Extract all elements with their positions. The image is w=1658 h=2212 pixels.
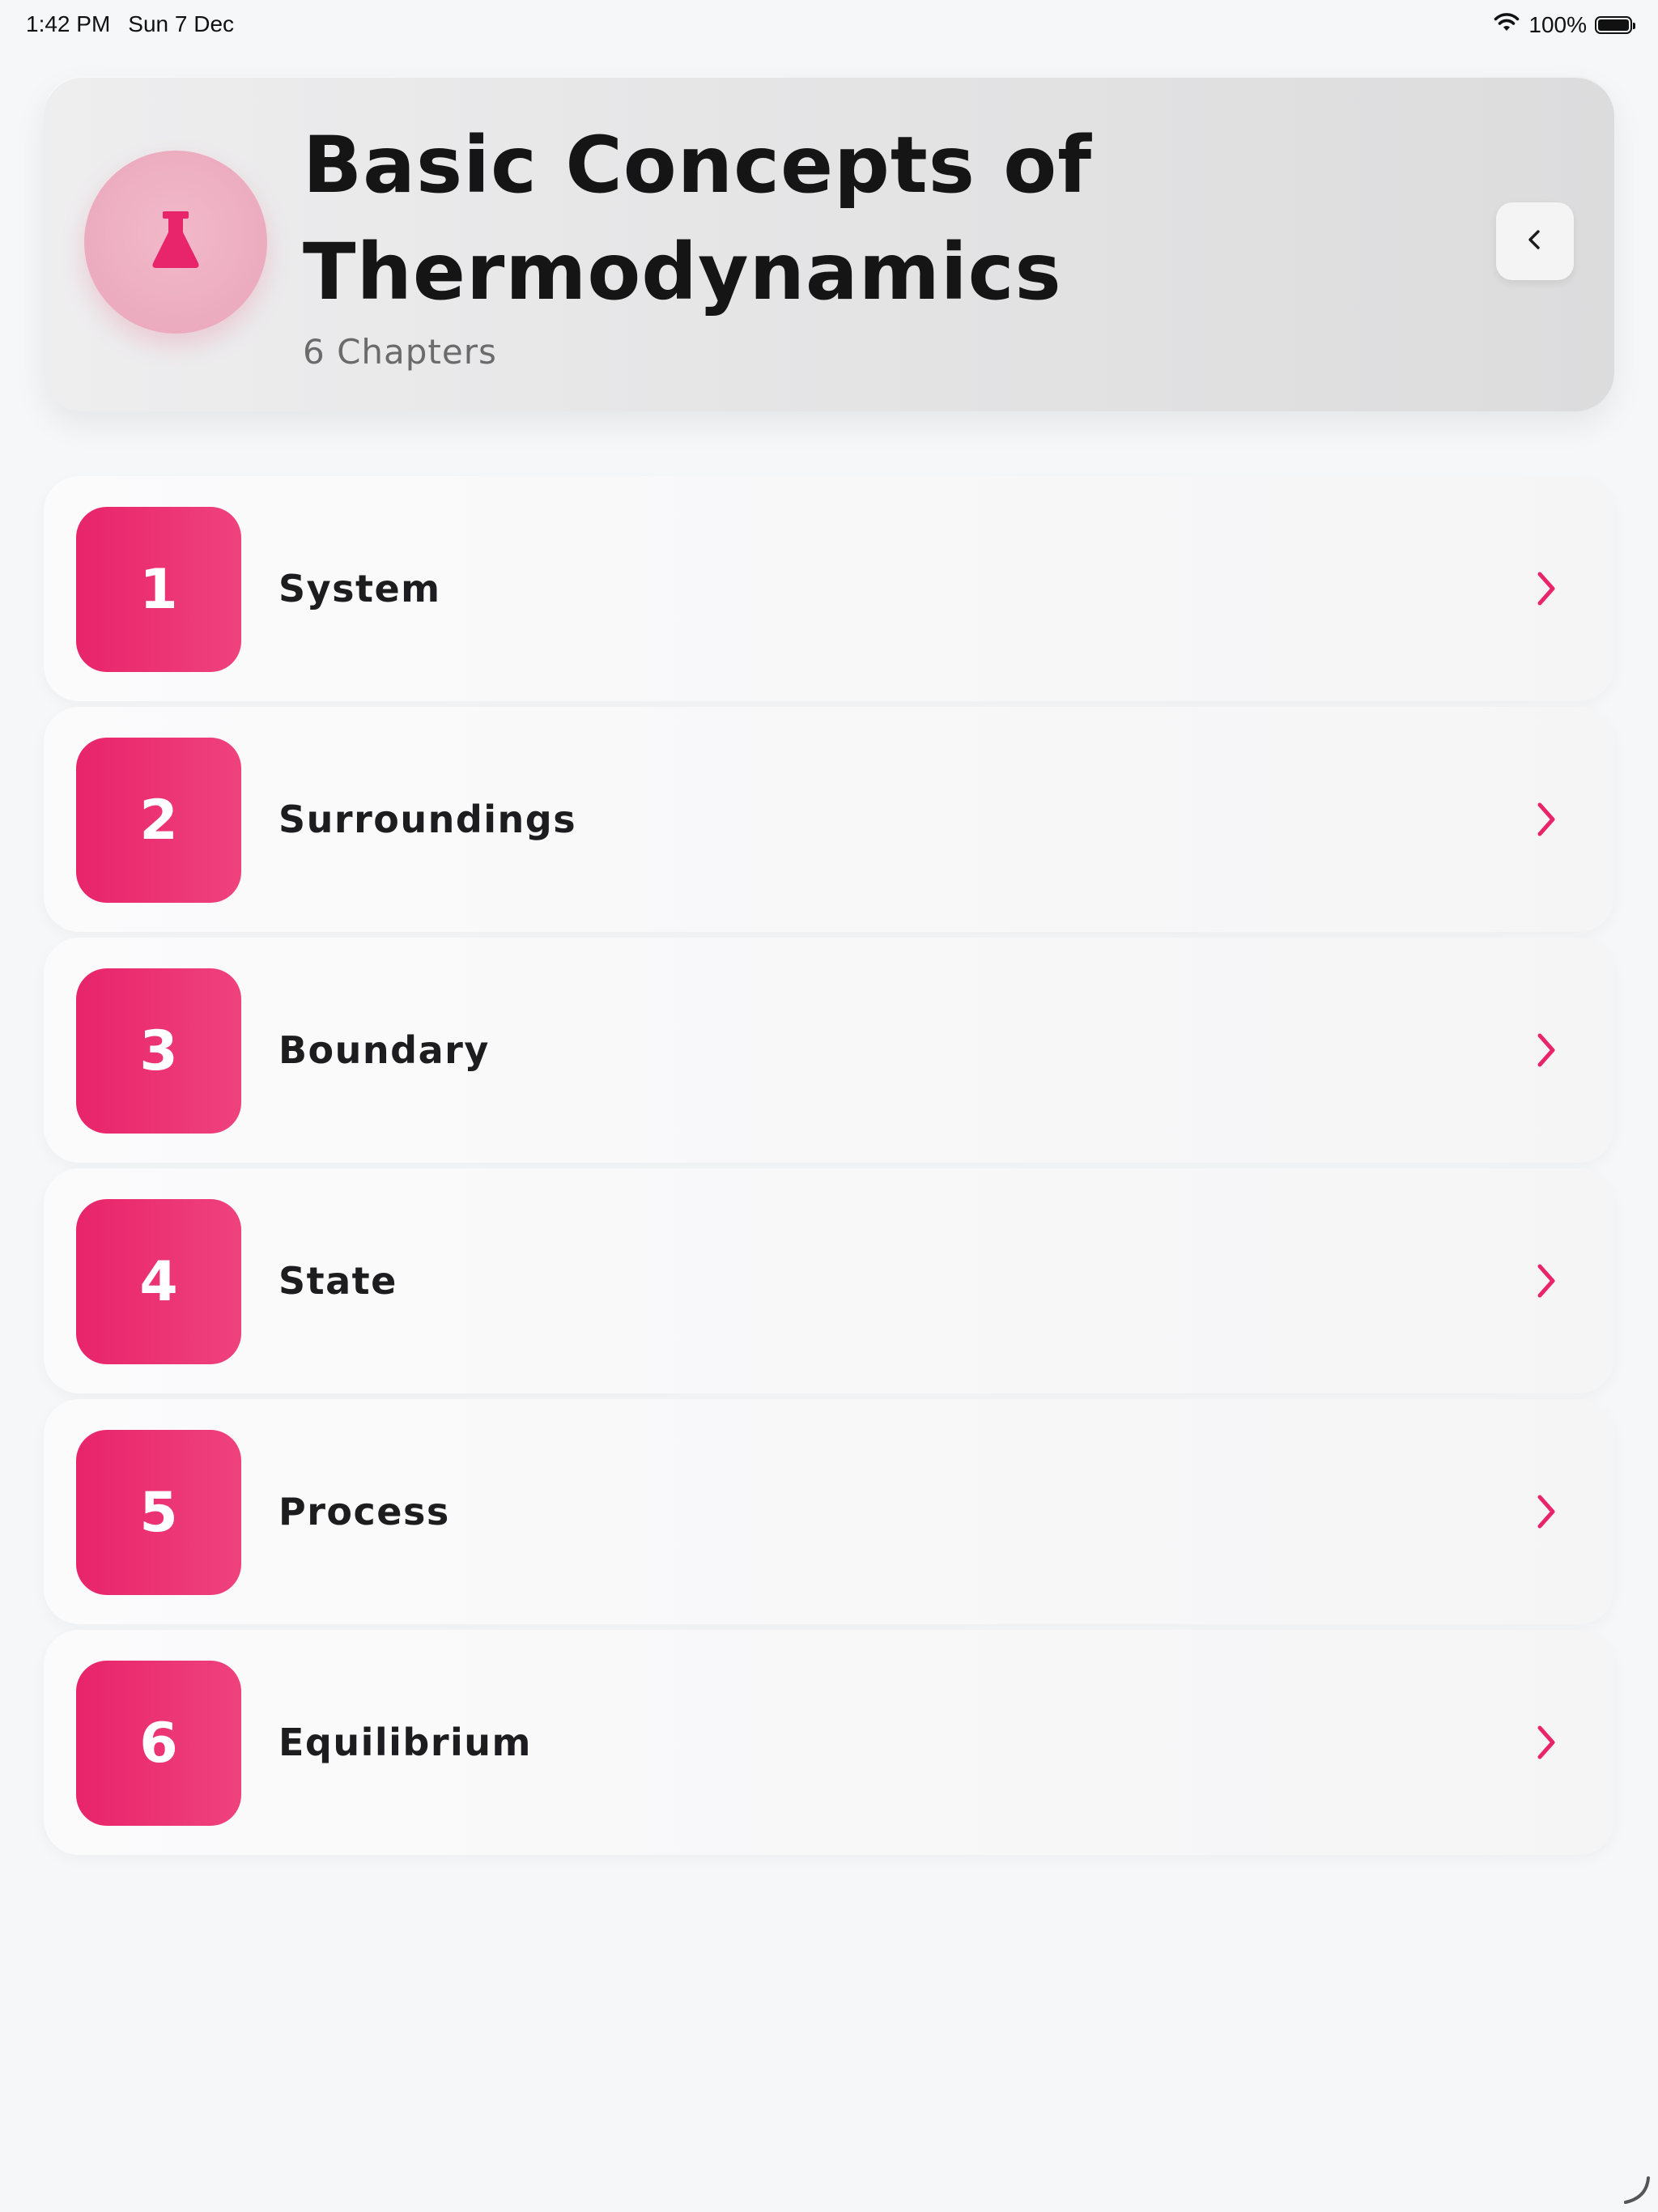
chapter-count: 6 Chapters	[303, 332, 497, 372]
chapter-number-badge: 6	[76, 1661, 241, 1826]
chapter-title: Boundary	[278, 1028, 490, 1072]
chapter-title: Equilibrium	[278, 1721, 532, 1764]
chapter-row-equilibrium[interactable]: 6 Equilibrium	[44, 1630, 1614, 1855]
battery-fill	[1598, 19, 1629, 31]
page-title: Basic Concepts of Thermodynamics	[303, 120, 1092, 317]
chapter-row-process[interactable]: 5 Process	[44, 1399, 1614, 1624]
chevron-right-icon	[1519, 1023, 1574, 1078]
status-left: 1:42 PM Sun 7 Dec	[26, 11, 234, 37]
chapter-title: Process	[278, 1490, 450, 1534]
chapter-title: System	[278, 567, 441, 610]
chapter-number-badge: 1	[76, 507, 241, 672]
chevron-right-icon	[1519, 792, 1574, 847]
chevron-right-icon	[1519, 1715, 1574, 1770]
chapter-row-state[interactable]: 4 State	[44, 1168, 1614, 1393]
chapter-title: State	[278, 1259, 397, 1303]
status-date: Sun 7 Dec	[128, 11, 235, 36]
flask-icon	[143, 208, 208, 276]
header-card: Basic Concepts of Thermodynamics 6 Chapt…	[44, 76, 1614, 411]
battery-icon	[1595, 15, 1635, 34]
chapter-title: Surroundings	[278, 798, 577, 841]
status-right: 100%	[1493, 11, 1635, 38]
chapter-number-badge: 4	[76, 1199, 241, 1364]
chapter-number-badge: 5	[76, 1430, 241, 1595]
status-time: 1:42 PM	[26, 11, 111, 36]
chapter-number-badge: 2	[76, 738, 241, 903]
chapter-number-badge: 3	[76, 968, 241, 1134]
resize-handle[interactable]	[1619, 2173, 1652, 2206]
status-bar: 1:42 PM Sun 7 Dec 100%	[0, 0, 1658, 52]
chapter-row-boundary[interactable]: 3 Boundary	[44, 938, 1614, 1163]
chapter-row-surroundings[interactable]: 2 Surroundings	[44, 707, 1614, 932]
chapter-row-system[interactable]: 1 System	[44, 476, 1614, 701]
chevron-right-icon	[1519, 561, 1574, 616]
header-icon-circle	[84, 151, 267, 334]
back-button[interactable]	[1496, 202, 1574, 280]
wifi-icon	[1493, 11, 1520, 38]
chevron-right-icon	[1519, 1484, 1574, 1539]
chapter-list: 1 System 2 Surroundings 3 Boundary 4 Sta…	[44, 476, 1614, 1861]
chevron-right-icon	[1519, 1253, 1574, 1308]
chevron-left-icon	[1521, 226, 1549, 257]
battery-percent: 100%	[1528, 11, 1587, 37]
